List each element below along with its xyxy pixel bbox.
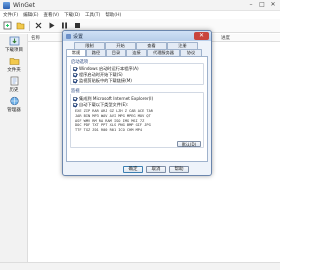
menu-download[interactable]: 下载(D) — [64, 12, 80, 18]
checkbox[interactable] — [73, 67, 77, 71]
tab-row-bottom: 常规 路径 目录 连接 代理服务器 协议 — [66, 49, 208, 56]
sidebar-item-label: 历史 — [9, 87, 19, 93]
option-label: 自动下载以下类型文件(E): — [79, 102, 129, 107]
checkbox[interactable] — [73, 97, 77, 101]
window-title: WinGet — [13, 1, 35, 9]
general-tab-panel: 启动选项 Windows 启动时运行本程序(A) 程序启动时开始下载(S) 监视… — [66, 56, 208, 162]
tab-connection[interactable]: 连接 — [126, 49, 147, 56]
dialog-footer: 确定 取消 帮助 — [63, 163, 211, 175]
menu-help[interactable]: 帮助(H) — [105, 12, 121, 18]
menu-edit[interactable]: 编辑(E) — [23, 12, 38, 18]
file-extensions-list[interactable]: EXE ZIP RAR ARJ GZ LZH Z CAB ACE TAR JAR… — [75, 109, 200, 133]
toolbar-separator — [29, 20, 30, 31]
option-label: 监视剪贴板中的下载链接(M) — [79, 78, 132, 83]
sidebar-item-downloads[interactable]: 下载项目 — [0, 34, 28, 54]
tab-paths[interactable]: 路径 — [86, 49, 106, 56]
tab-protocol[interactable]: 协议 — [180, 49, 202, 56]
default-button[interactable]: 默认(D) — [177, 141, 201, 147]
delete-icon[interactable] — [33, 20, 44, 31]
sidebar-item-folders[interactable]: 文件夹 — [0, 54, 28, 74]
dialog-close-button[interactable]: ✕ — [194, 32, 209, 40]
title-bar: WinGet – □ ✕ — [0, 0, 280, 11]
dialog-title: 设置 — [73, 33, 84, 40]
minimize-button[interactable]: – — [246, 1, 256, 9]
manager-icon — [9, 96, 19, 105]
tab-register[interactable]: 注册 — [167, 42, 198, 49]
tab-start[interactable]: 开始 — [105, 42, 136, 49]
sidebar: 下载项目 文件夹 历史 管理器 — [0, 34, 28, 270]
tab-proxy[interactable]: 代理服务器 — [147, 49, 180, 56]
menu-view[interactable]: 查看(V) — [43, 12, 59, 18]
checkbox[interactable] — [73, 79, 77, 83]
dialog-body: 限制 开始 查看 注册 常规 路径 目录 连接 代理服务器 协议 启动选项 Wi… — [66, 42, 208, 162]
settings-icon — [66, 33, 71, 39]
help-button[interactable]: 帮助 — [169, 166, 189, 173]
folder-icon — [9, 57, 19, 65]
sidebar-item-history[interactable]: 历史 — [0, 74, 28, 94]
status-bar — [0, 262, 280, 270]
menu-tools[interactable]: 工具(T) — [85, 12, 100, 18]
sidebar-item-manager[interactable]: 管理器 — [0, 94, 28, 114]
play-icon[interactable] — [46, 20, 57, 31]
menu-bar: 文件(F) 编辑(E) 查看(V) 下载(D) 工具(T) 帮助(H) — [0, 11, 280, 19]
maximize-button[interactable]: □ — [257, 1, 267, 9]
close-button[interactable]: ✕ — [268, 1, 278, 9]
new-download-icon[interactable] — [2, 20, 13, 31]
extension-line: TTF TGZ Z01 R00 R01 ICO CHM MP4 — [75, 128, 143, 133]
settings-dialog: 设置 ✕ 限制 开始 查看 注册 常规 路径 目录 连接 代理服务器 协议 启动… — [62, 30, 212, 176]
history-icon — [10, 76, 18, 85]
startup-group-label: 启动选项 — [70, 59, 90, 65]
tab-limits[interactable]: 限制 — [74, 42, 105, 49]
option-monitor-clipboard[interactable]: 监视剪贴板中的下载链接(M) — [73, 78, 132, 84]
ok-button[interactable]: 确定 — [123, 166, 143, 173]
dialog-title-bar: 设置 ✕ — [63, 31, 211, 41]
download-list-icon — [9, 36, 19, 45]
app-icon — [3, 1, 10, 9]
tab-view[interactable]: 查看 — [136, 42, 167, 49]
option-auto-download-types[interactable]: 自动下载以下类型文件(E): — [73, 102, 128, 108]
open-folder-icon[interactable] — [15, 20, 26, 31]
tab-directories[interactable]: 目录 — [106, 49, 126, 56]
checkbox[interactable] — [73, 103, 77, 107]
column-progress[interactable]: 进度 — [218, 35, 230, 41]
cancel-button[interactable]: 取消 — [146, 166, 166, 173]
window-controls: – □ ✕ — [246, 1, 278, 9]
checkbox[interactable] — [73, 73, 77, 77]
sidebar-item-label: 文件夹 — [7, 67, 21, 73]
monitor-group-label: 监视 — [70, 88, 81, 94]
sidebar-item-label: 管理器 — [7, 107, 21, 113]
menu-file[interactable]: 文件(F) — [3, 12, 18, 18]
tab-general[interactable]: 常规 — [66, 49, 86, 56]
tab-row-top: 限制 开始 查看 注册 — [66, 42, 208, 49]
sidebar-item-label: 下载项目 — [5, 47, 23, 53]
